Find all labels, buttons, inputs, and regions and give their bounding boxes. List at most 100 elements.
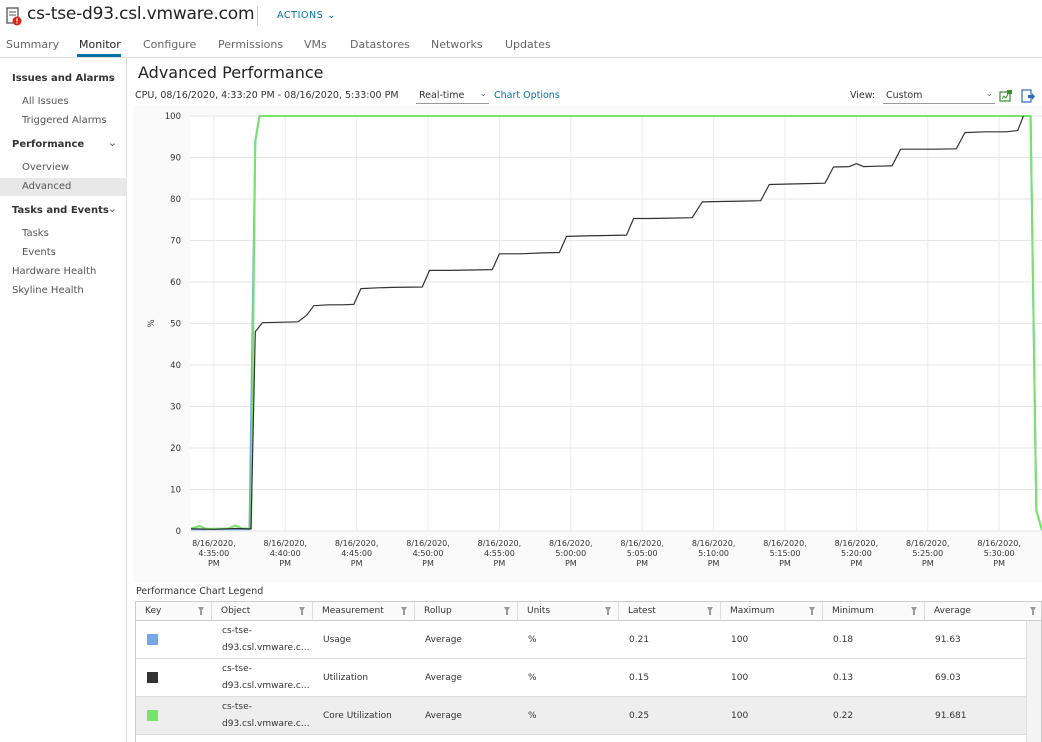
sidebar-item-label: All Issues	[22, 96, 69, 107]
x-tick-label: 4:40:00	[270, 549, 301, 558]
x-tick-label: 8/16/2020,	[549, 539, 593, 548]
latest-cell: 0.21	[629, 635, 650, 645]
sidebar-group-tasks-and-events[interactable]: Tasks and Events ⌄	[0, 202, 127, 220]
object-cell-line2: d93.csl.vmware.c...	[222, 681, 310, 691]
tab-datastores[interactable]: Datastores	[350, 38, 410, 51]
filter-icon[interactable]	[911, 607, 917, 615]
y-tick-label: 90	[170, 154, 181, 164]
x-tick-label: 8/16/2020,	[192, 539, 236, 548]
x-tick-label: 4:55:00	[484, 549, 515, 558]
latest-cell: 0.25	[629, 711, 650, 721]
x-tick-label: 8/16/2020,	[478, 539, 522, 548]
sidebar-item-triggered-alarms[interactable]: Triggered Alarms	[0, 112, 127, 130]
column-header-measurement[interactable]: Measurement	[313, 602, 415, 621]
column-header-object[interactable]: Object	[212, 602, 313, 621]
average-cell: 91.681	[935, 711, 967, 721]
object-header: cs-tse-d93.csl.vmware.com ACTIONS ⌄	[0, 0, 1042, 34]
filter-icon[interactable]	[198, 607, 204, 615]
filter-icon[interactable]	[707, 607, 713, 615]
average-cell: 91.63	[935, 635, 961, 645]
rollup-cell: Average	[425, 635, 462, 645]
column-header-label: Object	[221, 606, 251, 616]
performance-chart: 0 10 20 30 40 50 60 70 80 90 100 8/16/2020, 4:35:00 P…	[133, 106, 1042, 582]
column-header-key[interactable]: Key	[136, 602, 212, 621]
tab-vms[interactable]: VMs	[304, 38, 327, 51]
sidebar-item-label: Advanced	[22, 181, 72, 192]
page-title: Advanced Performance	[138, 63, 324, 82]
x-tick-label: PM	[565, 559, 577, 568]
filter-icon[interactable]	[401, 607, 407, 615]
chevron-down-icon: ⌄	[107, 202, 117, 215]
sidebar-item-skyline-health[interactable]: Skyline Health	[0, 282, 127, 300]
x-tick-label: 5:00:00	[555, 549, 586, 558]
view-label: View:	[850, 90, 876, 101]
view-select-value: Custom	[886, 90, 923, 101]
y-tick-label: 30	[170, 403, 181, 413]
y-axis-label: %	[147, 319, 157, 327]
y-tick-label: 50	[170, 320, 181, 330]
y-tick-label: 0	[176, 527, 181, 537]
table-row[interactable]: cs-tse- d93.csl.vmware.c... Usage Averag…	[136, 621, 1026, 659]
table-row[interactable]: cs-tse- d93.csl.vmware.c... Core Utiliza…	[136, 697, 1026, 735]
minimum-cell: 0.18	[833, 635, 854, 645]
sidebar-group-performance[interactable]: Performance ⌄	[0, 136, 127, 154]
sidebar-group-label: Tasks and Events	[12, 205, 109, 216]
sidebar-item-label: Overview	[22, 162, 70, 173]
sidebar-item-tasks[interactable]: Tasks	[0, 225, 127, 243]
x-tick-label: 8/16/2020,	[906, 539, 950, 548]
filter-icon[interactable]	[605, 607, 611, 615]
filter-icon[interactable]	[299, 607, 305, 615]
object-tabs: Summary Monitor Configure Permissions VM…	[0, 34, 1042, 58]
x-tick-label: PM	[494, 559, 506, 568]
export-icon[interactable]	[1021, 89, 1035, 103]
x-tick-label: PM	[422, 559, 434, 568]
legend-scrollbar[interactable]	[1026, 621, 1041, 742]
sidebar-item-overview[interactable]: Overview	[0, 159, 127, 177]
measurement-cell: Core Utilization	[323, 711, 392, 721]
sidebar-item-hardware-health[interactable]: Hardware Health	[0, 263, 127, 281]
sidebar-item-events[interactable]: Events	[0, 244, 127, 262]
filter-icon[interactable]	[809, 607, 815, 615]
column-header-average[interactable]: Average	[925, 602, 1041, 621]
column-header-minimum[interactable]: Minimum	[823, 602, 925, 621]
x-tick-label: 8/16/2020,	[692, 539, 736, 548]
average-cell: 69.03	[935, 673, 961, 683]
tab-permissions[interactable]: Permissions	[218, 38, 283, 51]
x-tick-label: 8/16/2020,	[620, 539, 664, 548]
column-header-rollup[interactable]: Rollup	[415, 602, 518, 621]
column-header-latest[interactable]: Latest	[619, 602, 721, 621]
tab-networks[interactable]: Networks	[431, 38, 483, 51]
x-tick-label: PM	[993, 559, 1005, 568]
actions-label: ACTIONS	[277, 10, 324, 21]
x-tick-label: PM	[636, 559, 648, 568]
column-header-label: Rollup	[424, 606, 452, 616]
object-cell-line1: cs-tse-	[222, 626, 252, 636]
column-header-units[interactable]: Units	[518, 602, 619, 621]
filter-icon[interactable]	[1030, 607, 1036, 615]
tab-updates[interactable]: Updates	[505, 38, 551, 51]
table-row[interactable]: cs-tse- d93.csl.vmware.c... Utilization …	[136, 659, 1026, 697]
legend-grid: Key Object Measurement Rollup Units Late…	[135, 601, 1042, 742]
filter-icon[interactable]	[504, 607, 510, 615]
popout-chart-icon[interactable]	[999, 89, 1013, 103]
sidebar-item-all-issues[interactable]: All Issues	[0, 93, 127, 111]
rollup-cell: Average	[425, 711, 462, 721]
tab-monitor[interactable]: Monitor	[79, 38, 121, 51]
period-select[interactable]: Real-time ⌄	[416, 89, 489, 104]
x-tick-label: PM	[779, 559, 791, 568]
view-select[interactable]: Custom ⌄	[883, 89, 995, 104]
maximum-cell: 100	[731, 635, 749, 645]
x-tick-label: PM	[351, 559, 363, 568]
y-tick-label: 10	[170, 486, 181, 496]
x-tick-label: 5:15:00	[770, 549, 801, 558]
tab-configure[interactable]: Configure	[143, 38, 196, 51]
column-header-label: Units	[527, 606, 551, 616]
sidebar-item-label: Hardware Health	[12, 266, 97, 277]
actions-menu-button[interactable]: ACTIONS ⌄	[277, 10, 336, 21]
sidebar-item-advanced[interactable]: Advanced	[0, 178, 127, 196]
column-header-maximum[interactable]: Maximum	[721, 602, 823, 621]
chart-options-link[interactable]: Chart Options	[494, 90, 560, 101]
measurement-cell: Utilization	[323, 673, 369, 683]
tab-summary[interactable]: Summary	[6, 38, 59, 51]
sidebar-group-issues-and-alarms[interactable]: Issues and Alarms ⌄	[0, 70, 127, 88]
